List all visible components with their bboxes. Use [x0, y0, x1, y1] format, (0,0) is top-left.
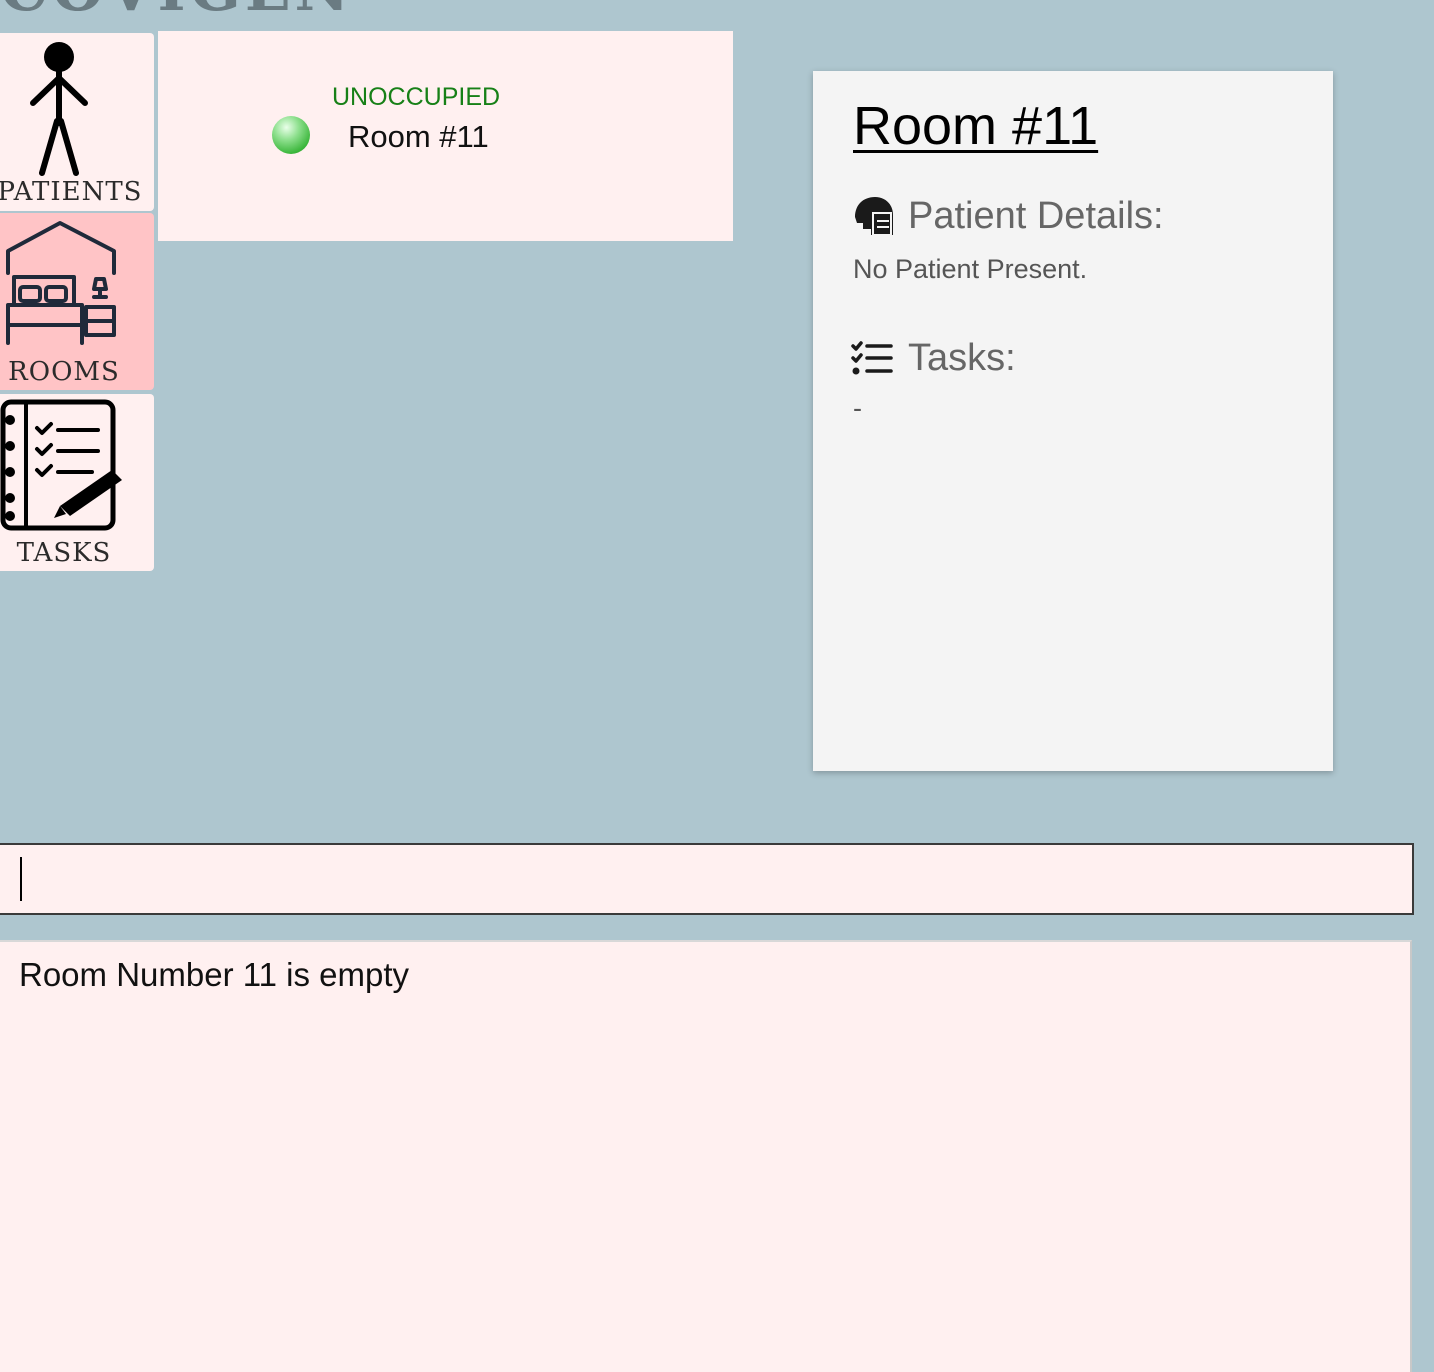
tasks-heading: Tasks:	[908, 337, 1016, 379]
command-input[interactable]	[20, 855, 1390, 901]
result-text: Room Number 11 is empty	[19, 956, 410, 993]
green-status-dot	[272, 116, 310, 154]
patient-details-heading: Patient Details:	[908, 195, 1164, 237]
tasks-text: -	[853, 393, 862, 423]
command-box[interactable]	[0, 843, 1414, 915]
room-detail-title: Room #11	[853, 96, 1099, 156]
bedroom-house-icon	[6, 221, 116, 345]
app-logo-text: COVIGENT	[0, 0, 360, 14]
nav-tab-patients[interactable]: PATIENTS	[0, 33, 154, 211]
room-card[interactable]: UNOCCUPIED Room #11	[158, 31, 733, 241]
patient-details-text: No Patient Present.	[853, 254, 1088, 284]
room-detail-panel: Room #11 Patient Details: No Patient Pre…	[813, 71, 1333, 771]
masked-head-icon	[855, 197, 893, 236]
result-display: Room Number 11 is empty	[0, 940, 1412, 1372]
nav-tab-rooms[interactable]: ROOMS	[0, 213, 154, 390]
room-status-text: UNOCCUPIED	[332, 83, 501, 111]
checklist-notebook-icon	[0, 399, 122, 531]
nav-tab-tasks[interactable]: TASKS	[0, 394, 154, 571]
nav-tab-patients-label: PATIENTS	[0, 177, 143, 207]
nav-tab-tasks-label: TASKS	[16, 538, 112, 568]
app-logo: COVIGENT	[0, 0, 360, 14]
stick-figure-icon	[30, 42, 88, 176]
nav-tab-rooms-label: ROOMS	[8, 357, 120, 387]
text-caret	[20, 857, 22, 901]
room-card-name: Room #11	[348, 119, 489, 154]
checklist-icon	[851, 341, 893, 375]
